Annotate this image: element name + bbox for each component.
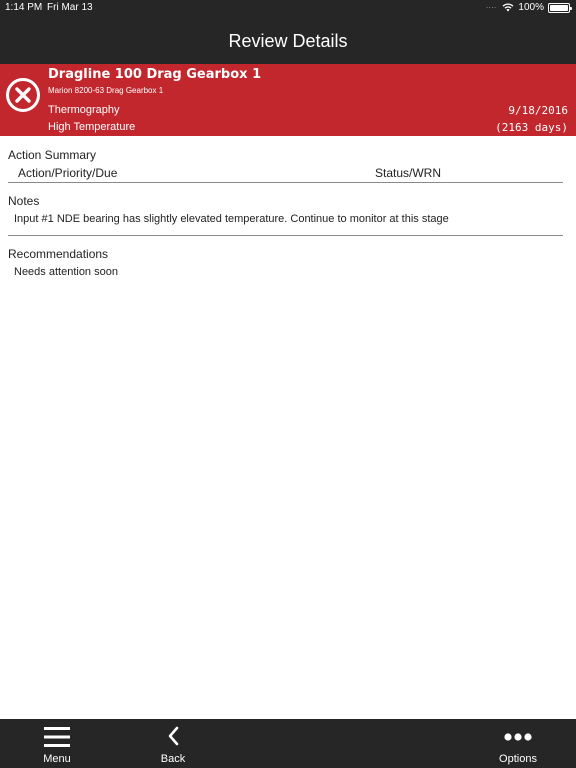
recommendations-title: Recommendations <box>8 247 109 261</box>
battery-percent: 100% <box>518 2 544 13</box>
bottom-toolbar: Menu Back Options <box>0 719 576 768</box>
inspection-date: 9/18/2016 <box>508 104 568 117</box>
signal-icon: ···· <box>485 3 497 12</box>
status-indicators: ···· 100% <box>485 2 572 13</box>
status-date: Fri Mar 13 <box>47 2 93 13</box>
notes-text: Input #1 NDE bearing has slightly elevat… <box>14 213 449 225</box>
action-summary-title: Action Summary <box>8 148 97 162</box>
asset-name: Dragline 100 Drag Gearbox 1 <box>48 67 262 82</box>
status-bar: 1:14 PM Fri Mar 13 ···· 100% <box>0 0 576 16</box>
divider <box>8 235 563 236</box>
menu-button[interactable]: Menu <box>27 719 87 768</box>
asset-subtitle: Marion 8200-63 Drag Gearbox 1 <box>48 86 164 95</box>
notes-title: Notes <box>8 194 40 208</box>
more-dots-icon <box>504 733 532 741</box>
hamburger-icon <box>44 727 70 747</box>
wifi-icon <box>502 3 514 12</box>
days-elapsed: (2163 days) <box>495 121 568 134</box>
technology-label: Thermography <box>48 104 120 116</box>
divider <box>8 182 563 183</box>
back-label: Back <box>160 753 186 765</box>
battery-icon <box>548 2 572 13</box>
options-button[interactable]: Options <box>486 719 550 768</box>
status-time: 1:14 PM <box>5 2 43 13</box>
nav-bar: Review Details <box>0 16 576 64</box>
asset-alert-header: Dragline 100 Drag Gearbox 1 Marion 8200-… <box>0 64 576 136</box>
options-label: Options <box>499 753 537 765</box>
page-title: Review Details <box>228 31 348 51</box>
alert-close-circle-icon <box>6 78 40 112</box>
fault-label: High Temperature <box>48 121 136 133</box>
menu-label: Menu <box>43 753 71 765</box>
status-column-header: Status/WRN <box>375 166 442 180</box>
chevron-left-icon <box>168 726 179 746</box>
recommendations-text: Needs attention soon <box>14 266 118 278</box>
back-button[interactable]: Back <box>143 719 203 768</box>
action-column-header: Action/Priority/Due <box>18 166 118 180</box>
